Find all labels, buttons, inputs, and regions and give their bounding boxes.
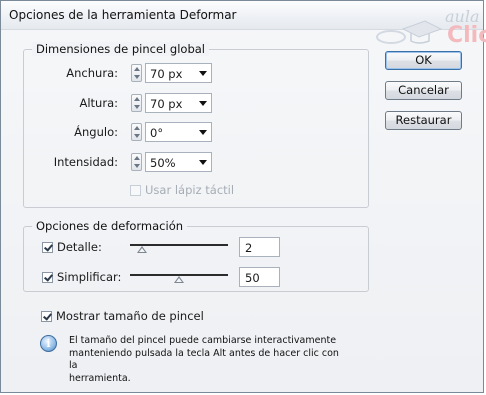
graduation-cap-icon [376,20,443,44]
dialog-window: Opciones de la herramienta Deformar aula… [0,0,486,393]
angle-value: 0° [150,126,164,140]
tablet-label: Usar lápiz táctil [145,183,235,197]
watermark-text-clic: Clic [447,23,486,48]
simplify-label: Simplificar: [57,270,122,284]
warp-options-legend: Opciones de deformación [32,219,188,233]
detail-label: Detalle: [57,240,102,254]
info-line-1: El tamaño del pincel puede cambiarse int… [69,335,337,346]
angle-select[interactable]: 0° [145,122,212,142]
width-spinner[interactable] [131,64,142,82]
intensity-select[interactable]: 50% [145,152,212,172]
show-brush-size-checkbox[interactable] [41,311,52,322]
window-title: Opciones de la herramienta Deformar [9,8,237,22]
height-value: 70 px [150,97,183,111]
simplify-checkbox[interactable] [42,272,53,283]
detail-value: 2 [245,241,253,255]
chevron-down-icon [199,160,207,165]
info-text: El tamaño del pincel puede cambiarse int… [69,335,339,385]
chevron-down-icon [199,71,207,76]
width-value: 70 px [150,67,183,81]
info-line-2: manteniendo pulsada la tecla Alt antes d… [69,347,339,372]
intensity-value: 50% [150,156,176,170]
angle-spinner[interactable] [131,123,142,141]
height-select[interactable]: 70 px [145,93,212,113]
warp-options-group: Opciones de deformación Detalle: 2 Simpl… [23,219,369,292]
reset-button[interactable]: Restaurar [385,111,462,130]
angle-label: Ángulo: [74,125,118,139]
cancel-button[interactable]: Cancelar [385,81,462,100]
simplify-slider-thumb[interactable] [174,276,184,283]
simplify-input[interactable]: 50 [239,267,280,287]
ok-button[interactable]: OK [385,51,462,70]
detail-input[interactable]: 2 [239,237,280,257]
detail-slider-thumb[interactable] [137,246,147,253]
simplify-value: 50 [245,271,260,285]
show-brush-size-label: Mostrar tamaño de pincel [56,309,204,323]
chevron-down-icon [199,101,207,106]
chevron-down-icon [199,130,207,135]
width-select[interactable]: 70 px [145,63,212,83]
brush-dimensions-group: Dimensiones de pincel global Anchura: 70… [23,42,369,208]
info-line-3: herramienta. [69,372,131,384]
tablet-checkbox[interactable] [130,185,141,196]
height-spinner[interactable] [131,94,142,112]
detail-checkbox[interactable] [42,242,53,253]
intensity-spinner[interactable] [131,153,142,171]
intensity-label: Intensidad: [53,155,118,169]
brush-dimensions-legend: Dimensiones de pincel global [32,42,209,56]
watermark-logo: aula Clic [373,7,486,51]
height-label: Altura: [79,96,118,110]
info-icon: i [40,335,57,352]
width-label: Anchura: [66,66,118,80]
